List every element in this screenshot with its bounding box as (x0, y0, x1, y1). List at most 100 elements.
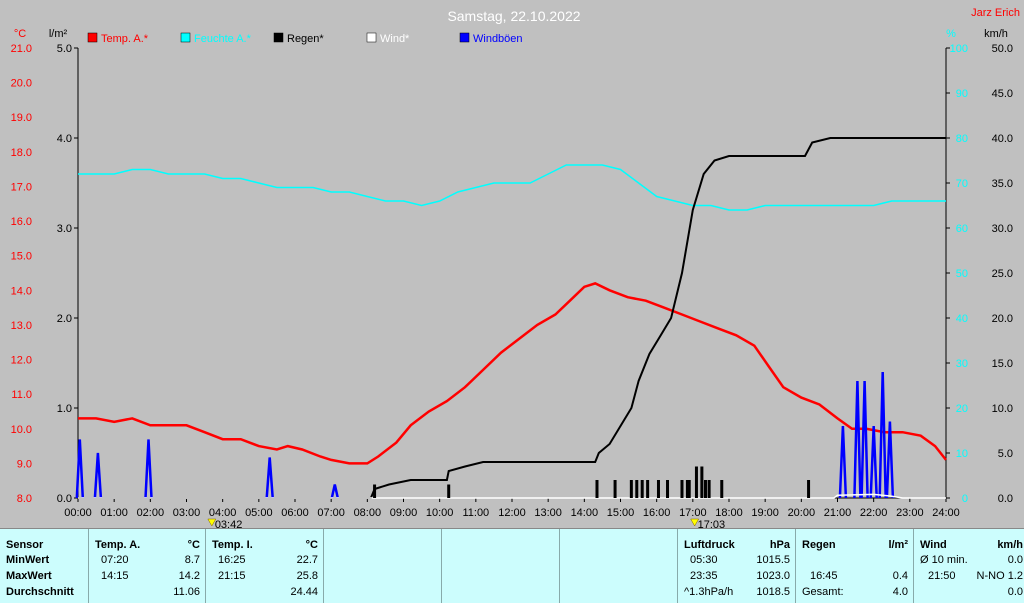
pressure-max-value: 1023.0 (756, 570, 790, 582)
temp-tick-label: 21.0 (11, 43, 32, 55)
wind-tick-label: 50.0 (992, 43, 1013, 55)
x-tick-label: 20:00 (788, 507, 816, 519)
rain-bar (646, 480, 650, 498)
rain-bar (613, 480, 617, 498)
rain-bar (656, 480, 660, 498)
x-tick-label: 18:00 (715, 507, 743, 519)
temp-tick-label: 15.0 (11, 251, 32, 263)
wind-unit: km/h (997, 539, 1023, 551)
rain-bar (595, 480, 599, 498)
temp-i-max-time: 21:15 (218, 570, 246, 582)
pressure-section: Luftdruck hPa 05:30 1015.5 23:35 1023.0 … (677, 529, 796, 603)
pressure-min-value: 1015.5 (756, 554, 790, 566)
temp-a-average: 11.06 (173, 586, 200, 598)
minwert-label: MinWert (6, 554, 50, 566)
rain-section: Regen l/m² 16:45 0.4 Gesamt: 4.0 (795, 529, 914, 603)
summary-panel: Sensor MinWert MaxWert Durchschnitt Temp… (0, 528, 1024, 603)
wind-max-time: 21:50 (928, 570, 956, 582)
rain-total-label: Gesamt: (802, 586, 844, 598)
rain-bar (640, 480, 644, 498)
humidity-tick-label: 80 (956, 133, 968, 145)
temp-i-section: Temp. I. °C 16:25 22.7 21:15 25.8 24.44 (205, 529, 324, 603)
humidity-tick-label: 40 (956, 313, 968, 325)
x-tick-label: 23:00 (896, 507, 924, 519)
rain-tick-label: 5.0 (57, 43, 72, 55)
durchschnitt-label: Durchschnitt (6, 586, 74, 598)
rain-tick-label: 1.0 (57, 403, 72, 415)
legend-label: Regen* (287, 33, 324, 45)
legend-swatch (459, 32, 470, 43)
x-tick-label: 24:00 (932, 507, 960, 519)
chart-title: Samstag, 22.10.2022 (447, 8, 580, 24)
rain-unit-label: l/m² (49, 28, 68, 40)
rain-bar (807, 480, 811, 498)
temp-tick-label: 14.0 (11, 285, 32, 297)
sensor-title: Sensor (6, 539, 44, 551)
pressure-title: Luftdruck (684, 539, 735, 551)
humidity-tick-label: 30 (956, 358, 968, 370)
x-tick-label: 00:00 (64, 507, 92, 519)
x-tick-label: 01:00 (100, 507, 128, 519)
temp-tick-label: 16.0 (11, 216, 32, 228)
x-tick-label: 21:00 (824, 507, 852, 519)
temp-tick-label: 17.0 (11, 181, 32, 193)
temp-a-min-value: 8.7 (184, 554, 200, 566)
x-tick-label: 03:00 (173, 507, 201, 519)
wind-tick-label: 25.0 (992, 268, 1013, 280)
temp-tick-label: 13.0 (11, 320, 32, 332)
wind-unit-label: km/h (984, 28, 1008, 40)
pressure-unit: hPa (769, 539, 790, 551)
rain-tick-label: 4.0 (57, 133, 72, 145)
temp-a-unit: °C (187, 539, 200, 551)
temp-tick-label: 11.0 (11, 389, 32, 401)
rain-tick-label: 0.0 (57, 493, 72, 505)
pressure-min-time: 05:30 (690, 554, 718, 566)
pressure-max-time: 23:35 (690, 570, 718, 582)
x-tick-label: 02:00 (137, 507, 165, 519)
x-tick-label: 22:00 (860, 507, 888, 519)
temp-i-unit: °C (305, 539, 318, 551)
sensor-section: Sensor MinWert MaxWert Durchschnitt (0, 529, 88, 603)
temp-tick-label: 9.0 (17, 458, 32, 470)
rain-bar (703, 480, 707, 498)
rain-bar (680, 480, 684, 498)
wind-tick-label: 45.0 (992, 88, 1013, 100)
wind-tick-label: 20.0 (992, 313, 1013, 325)
x-tick-label: 12:00 (498, 507, 526, 519)
rain-bar (687, 480, 691, 498)
temp-tick-label: 12.0 (11, 355, 32, 367)
wind-tick-label: 35.0 (992, 178, 1013, 190)
wind-extra-value: 0.0 (1007, 586, 1023, 598)
rain-bar (720, 480, 724, 498)
humidity-unit-label: % (946, 28, 956, 40)
temp-tick-label: 18.0 (11, 147, 32, 159)
temp-tick-label: 20.0 (11, 78, 32, 90)
wind-title: Wind (920, 539, 947, 551)
rain-bar (707, 480, 711, 498)
humidity-tick-label: 20 (956, 403, 968, 415)
wind-max-value: N-NO 1.2 (976, 570, 1023, 582)
wind-tick-label: 5.0 (998, 448, 1013, 460)
x-tick-label: 19:00 (751, 507, 779, 519)
sunrise-label: 03:42 (215, 519, 243, 528)
temp-i-min-time: 16:25 (218, 554, 246, 566)
x-tick-label: 10:00 (426, 507, 454, 519)
temp-a-section: Temp. A. °C 07:20 8.7 14:15 14.2 11.06 (88, 529, 206, 603)
temp-i-max-value: 25.8 (296, 570, 318, 582)
x-tick-label: 15:00 (607, 507, 635, 519)
rain-bar (447, 484, 451, 498)
temp-i-average: 24.44 (290, 586, 318, 598)
temp-i-min-value: 22.7 (296, 554, 318, 566)
wind-section: Wind km/h Ø 10 min. 0.0 21:50 N-NO 1.2 0… (913, 529, 1024, 603)
humidity-tick-label: 90 (956, 88, 968, 100)
rain-unit: l/m² (888, 539, 908, 551)
x-tick-label: 08:00 (354, 507, 382, 519)
temp-a-title: Temp. A. (95, 539, 141, 551)
rain-max-time: 16:45 (810, 570, 838, 582)
humidity-tick-label: 0 (962, 493, 968, 505)
rain-bar (629, 480, 633, 498)
temp-a-max-time: 14:15 (101, 570, 129, 582)
x-tick-label: 13:00 (534, 507, 562, 519)
legend-label: Temp. A.* (101, 33, 149, 45)
x-tick-label: 05:00 (245, 507, 273, 519)
